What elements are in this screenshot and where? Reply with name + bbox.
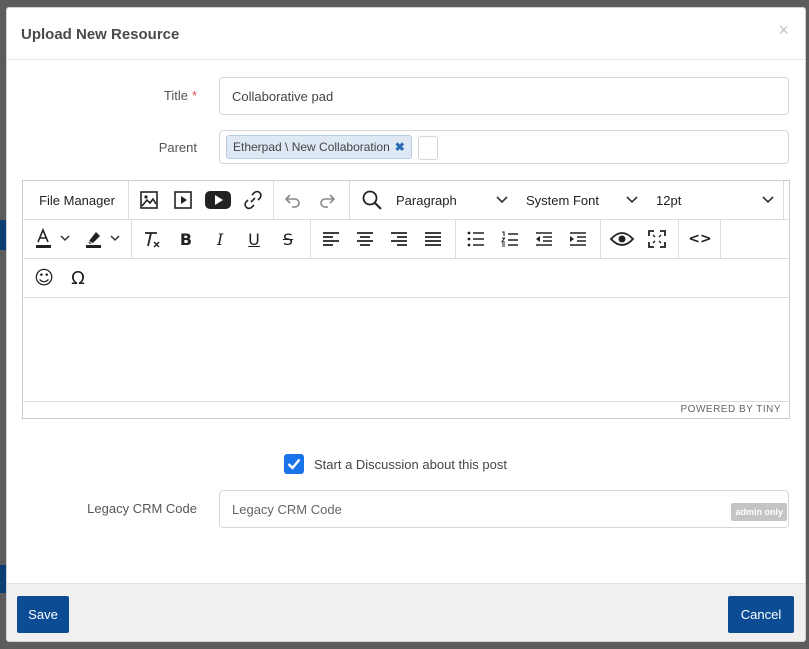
highlight-button[interactable] bbox=[79, 220, 127, 258]
font-size-value: 12pt bbox=[656, 192, 682, 208]
bullet-list-icon[interactable] bbox=[460, 220, 492, 258]
chevron-down-icon bbox=[762, 196, 774, 204]
link-icon[interactable] bbox=[237, 181, 269, 219]
toolbar-row-3: ☺ Ω bbox=[23, 259, 789, 298]
text-color-icon bbox=[36, 228, 70, 248]
indent-icon[interactable] bbox=[562, 220, 594, 258]
legacy-crm-wrapper: admin only bbox=[219, 490, 789, 528]
title-row: Title * bbox=[7, 77, 805, 115]
outdent-icon[interactable] bbox=[528, 220, 560, 258]
strikethrough-button[interactable]: S bbox=[273, 220, 303, 258]
align-right-icon[interactable] bbox=[383, 220, 415, 258]
toolbar-separator bbox=[455, 220, 456, 258]
legacy-crm-label: Legacy CRM Code bbox=[87, 501, 197, 516]
align-left-icon[interactable] bbox=[315, 220, 347, 258]
save-button[interactable]: Save bbox=[17, 596, 69, 633]
align-justify-icon[interactable] bbox=[417, 220, 449, 258]
title-input[interactable] bbox=[219, 77, 789, 115]
title-label: Title * bbox=[164, 88, 197, 103]
admin-only-badge: admin only bbox=[731, 503, 787, 521]
modal-footer: Save Cancel bbox=[7, 583, 805, 641]
rich-text-editor: File Manager Paragraph System Font 12pt … bbox=[22, 180, 790, 419]
bold-glyph: B bbox=[179, 229, 193, 249]
underline-button[interactable]: U bbox=[239, 220, 269, 258]
toolbar-separator bbox=[783, 181, 784, 219]
checkmark-icon bbox=[287, 458, 301, 470]
code-icon: <> bbox=[688, 231, 712, 247]
font-family-value: System Font bbox=[526, 192, 599, 208]
emoji-button[interactable]: ☺ bbox=[29, 259, 59, 297]
search-replace-icon[interactable] bbox=[357, 181, 387, 219]
toolbar-row-2: B I U S <> bbox=[23, 220, 789, 259]
italic-button[interactable]: I bbox=[205, 220, 235, 258]
strikethrough-glyph: S bbox=[282, 229, 294, 249]
youtube-icon[interactable] bbox=[201, 181, 235, 219]
image-icon[interactable] bbox=[133, 181, 165, 219]
special-character-button[interactable]: Ω bbox=[63, 259, 93, 297]
bold-button[interactable]: B bbox=[171, 220, 201, 258]
toolbar-separator bbox=[720, 220, 721, 258]
toolbar-separator bbox=[273, 181, 274, 219]
font-family-dropdown[interactable]: System Font bbox=[520, 181, 644, 219]
toolbar-separator bbox=[600, 220, 601, 258]
align-center-icon[interactable] bbox=[349, 220, 381, 258]
parent-tag: Etherpad \ New Collaboration ✖ bbox=[226, 135, 412, 159]
parent-row: Parent Etherpad \ New Collaboration ✖ bbox=[7, 130, 805, 164]
preview-icon[interactable] bbox=[605, 220, 639, 258]
toolbar-separator bbox=[310, 220, 311, 258]
block-format-dropdown[interactable]: Paragraph bbox=[390, 181, 514, 219]
redo-icon[interactable] bbox=[311, 181, 343, 219]
text-color-button[interactable] bbox=[29, 220, 77, 258]
fullscreen-icon[interactable] bbox=[641, 220, 673, 258]
upload-resource-modal: Upload New Resource × Title* Parent Ethe… bbox=[6, 7, 806, 642]
discussion-checkbox[interactable] bbox=[284, 454, 304, 474]
parent-label: Parent bbox=[158, 140, 197, 155]
block-format-value: Paragraph bbox=[396, 192, 457, 208]
editor-status-bar: POWERED BY TINY bbox=[23, 401, 789, 418]
chevron-down-icon bbox=[496, 196, 508, 204]
modal-header: Upload New Resource × bbox=[7, 8, 805, 60]
cancel-button[interactable]: Cancel bbox=[728, 596, 794, 633]
legacy-crm-input[interactable] bbox=[219, 490, 789, 528]
toolbar-separator bbox=[128, 181, 129, 219]
italic-glyph: I bbox=[216, 229, 224, 249]
font-size-dropdown[interactable]: 12pt bbox=[650, 181, 780, 219]
parent-select[interactable]: Etherpad \ New Collaboration ✖ bbox=[219, 130, 789, 164]
toolbar-separator bbox=[131, 220, 132, 258]
parent-search-field[interactable] bbox=[418, 136, 438, 160]
toolbar-separator bbox=[678, 220, 679, 258]
powered-by-tiny[interactable]: POWERED BY TINY bbox=[681, 404, 781, 415]
file-manager-label: File Manager bbox=[39, 192, 115, 208]
discussion-label: Start a Discussion about this post bbox=[314, 456, 507, 472]
numbered-list-icon[interactable] bbox=[494, 220, 526, 258]
parent-tag-label: Etherpad \ New Collaboration bbox=[233, 140, 390, 154]
media-icon[interactable] bbox=[167, 181, 199, 219]
title-label-text: Title bbox=[163, 88, 188, 103]
required-mark: * bbox=[191, 88, 197, 103]
chevron-down-icon bbox=[626, 196, 638, 204]
emoji-icon: ☺ bbox=[34, 267, 54, 289]
editor-content-area[interactable] bbox=[23, 297, 789, 401]
toolbar-row-1: File Manager Paragraph System Font 12pt bbox=[23, 181, 789, 220]
modal-title: Upload New Resource bbox=[21, 26, 180, 43]
discussion-checkbox-row: Start a Discussion about this post bbox=[284, 454, 507, 474]
toolbar-separator bbox=[349, 181, 350, 219]
undo-icon[interactable] bbox=[277, 181, 309, 219]
file-manager-button[interactable]: File Manager bbox=[27, 181, 127, 219]
omega-icon: Ω bbox=[71, 267, 85, 289]
close-icon[interactable]: × bbox=[778, 20, 789, 41]
highlight-icon bbox=[86, 232, 120, 248]
remove-tag-icon[interactable]: ✖ bbox=[395, 140, 405, 154]
clear-formatting-icon[interactable] bbox=[137, 220, 167, 258]
underline-glyph: U bbox=[248, 229, 260, 249]
source-code-button[interactable]: <> bbox=[683, 220, 717, 258]
legacy-crm-row: Legacy CRM Code admin only bbox=[7, 490, 805, 528]
